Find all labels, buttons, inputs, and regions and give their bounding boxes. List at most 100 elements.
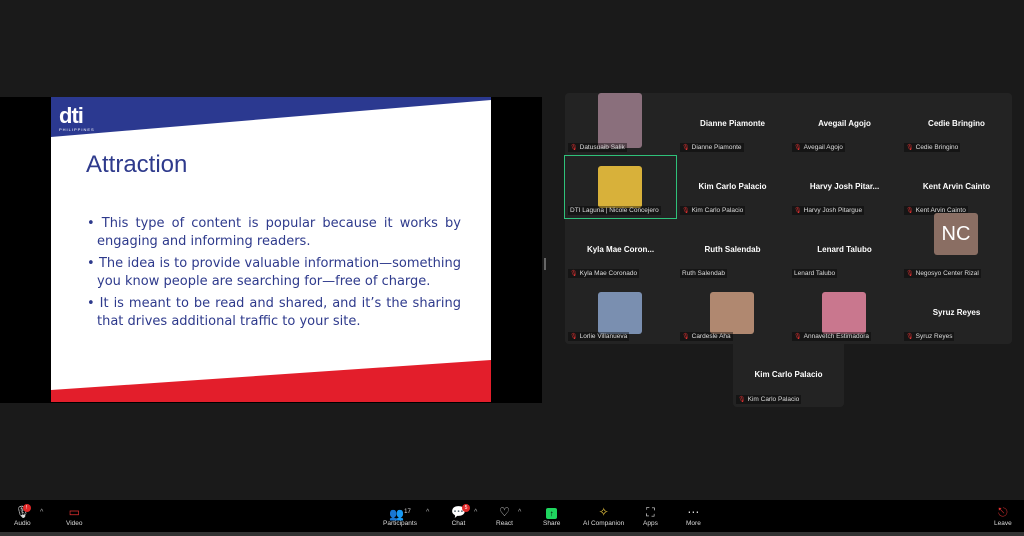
bullet: It is meant to be read and shared, and i… xyxy=(87,295,461,331)
participant-name-large: Lenard Talubo xyxy=(817,245,872,254)
share-button[interactable]: ↑ Share xyxy=(543,504,560,527)
participant-photo xyxy=(598,93,642,148)
video-button[interactable]: ▭ Video xyxy=(66,504,83,527)
participant-label: 🎙 Syruz Reyes xyxy=(904,332,955,341)
slide-bullets: This type of content is popular because … xyxy=(87,215,461,335)
participants-icon: 👥17 xyxy=(389,507,411,521)
participant-tile[interactable]: Harvy Josh Pitar... 🎙 Harvy Josh Pitargue xyxy=(789,156,900,218)
more-button[interactable]: ⋯ More xyxy=(686,504,701,527)
mic-muted-icon: 🎙 xyxy=(906,271,914,277)
mic-muted-icon: 🎙 xyxy=(682,208,690,214)
participant-tile[interactable]: Kent Arvin Cainto 🎙 Kent Arvin Cainto xyxy=(901,156,1012,218)
mic-muted-icon: 🎙 xyxy=(906,145,914,151)
split-resize-handle[interactable] xyxy=(544,258,546,270)
sparkle-icon: ✧ xyxy=(598,505,609,519)
bullet: This type of content is popular because … xyxy=(87,215,461,251)
participant-tile[interactable]: 🎙 Datusuaib Salik xyxy=(565,93,676,155)
video-off-icon: ▭ xyxy=(68,505,80,519)
chat-button[interactable]: 💬 5 Chat xyxy=(451,504,470,527)
participant-tile[interactable]: Cedie Bringino 🎙 Cedie Bringino xyxy=(901,93,1012,155)
audio-options-caret[interactable]: ^ xyxy=(40,509,43,516)
participant-name-large: Cedie Bringino xyxy=(928,119,985,128)
mic-muted-icon: 🎙 xyxy=(570,334,578,340)
participant-photo xyxy=(598,292,642,334)
participant-name-large: Kent Arvin Cainto xyxy=(922,182,991,191)
mic-muted-icon: 🎙 xyxy=(738,397,746,403)
participant-tile[interactable]: Ruth Salendab Ruth Salendab xyxy=(677,219,788,281)
mic-muted-icon: 🎙 xyxy=(906,208,914,214)
participant-tile[interactable]: 🎙 Lorlie Villanueva xyxy=(565,282,676,344)
chat-icon: 💬 5 xyxy=(451,504,470,520)
slide-title: Attraction xyxy=(86,151,188,178)
mic-muted-icon: 🎙 xyxy=(794,208,802,214)
participant-tile[interactable]: Kim Carlo Palacio 🎙 Kim Carlo Palacio xyxy=(677,156,788,218)
participant-label: 🎙 Lorlie Villanueva xyxy=(568,332,630,341)
shared-screen: dtiPHILIPPINES Attraction This type of c… xyxy=(0,97,542,403)
more-icon: ⋯ xyxy=(687,505,700,519)
participant-avatar: NC xyxy=(934,213,978,255)
participant-tile[interactable]: 🎙 Annavetch Estimadora xyxy=(789,282,900,344)
apps-icon: ⛶ xyxy=(646,505,655,519)
participant-name-large: Kim Carlo Palacio xyxy=(754,370,823,379)
participant-tile[interactable]: Dianne Piamonte 🎙 Dianne Piamonte xyxy=(677,93,788,155)
dti-logo: dti PHILIPPINES xyxy=(59,103,95,132)
apps-button[interactable]: ⛶ Apps xyxy=(643,504,658,527)
participant-name-large: Kim Carlo Palacio xyxy=(698,182,767,191)
participant-label: 🎙 Avegail Agojo xyxy=(792,143,845,152)
participant-tile[interactable]: Avegail Agojo 🎙 Avegail Agojo xyxy=(789,93,900,155)
ai-companion-button[interactable]: ✧ AI Companion xyxy=(583,504,624,527)
participant-gallery: 🎙 Datusuaib Salik Dianne Piamonte 🎙 Dianne P… xyxy=(564,93,1012,344)
participant-label: 🎙 Datusuaib Salik xyxy=(568,143,627,152)
participant-label: Ruth Salendab xyxy=(680,269,728,278)
participant-name-large: Avegail Agojo xyxy=(818,119,871,128)
participant-photo xyxy=(822,292,866,334)
presentation-slide: dtiPHILIPPINES Attraction This type of c… xyxy=(51,97,491,402)
participant-label: 🎙 Kim Carlo Palacio xyxy=(736,395,802,404)
react-button[interactable]: ♡ React xyxy=(496,504,513,527)
mic-muted-icon: 🎙 xyxy=(570,145,578,151)
participant-tile[interactable]: Syruz Reyes 🎙 Syruz Reyes xyxy=(901,282,1012,344)
mic-muted-icon: 🎙 xyxy=(794,334,802,340)
mic-muted-icon: 🎙 xyxy=(906,334,914,340)
mic-muted-icon: 🎙 xyxy=(794,145,802,151)
participant-tile[interactable]: Kim Carlo Palacio 🎙 Kim Carlo Palacio xyxy=(733,344,844,407)
participant-tile[interactable]: NC 🎙 Negosyo Center Rizal xyxy=(901,213,1012,281)
participant-label: 🎙 Negosyo Center Rizal xyxy=(904,269,981,278)
mic-muted-icon: 🎙 xyxy=(682,145,690,151)
participant-tile[interactable]: Kyla Mae Coron... 🎙 Kyla Mae Coronado xyxy=(565,219,676,281)
participant-name-large: Dianne Piamonte xyxy=(700,119,765,128)
participant-label: 🎙 Cardesle Aha xyxy=(680,332,733,341)
chat-caret[interactable]: ^ xyxy=(474,509,477,516)
participant-label: 🎙 Annavetch Estimadora xyxy=(792,332,872,341)
participants-caret[interactable]: ^ xyxy=(426,509,429,516)
participant-name-large: Ruth Salendab xyxy=(704,245,761,254)
participant-label: 🎙 Harvy Josh Pitargue xyxy=(792,206,865,215)
participants-button[interactable]: 👥17 Participants xyxy=(383,504,417,527)
react-caret[interactable]: ^ xyxy=(518,509,521,516)
meeting-toolbar: 🎙! Audio ^ ▭ Video 👥17 Participants ^ 💬 5 Cha… xyxy=(0,500,1024,536)
audio-button[interactable]: 🎙! Audio xyxy=(14,504,31,527)
leave-button[interactable]: ⎋ Leave xyxy=(994,504,1012,527)
mic-muted-icon: 🎙 xyxy=(682,334,690,340)
participant-tile[interactable]: 🎙 Cardesle Aha xyxy=(677,282,788,344)
participant-name-large: Syruz Reyes xyxy=(932,308,981,317)
share-screen-icon: ↑ xyxy=(543,504,560,520)
mic-muted-icon: 🎙 xyxy=(570,271,578,277)
participant-name-large: Harvy Josh Pitar... xyxy=(809,182,880,191)
participant-label: DTI Laguna | Nicole Concejero xyxy=(568,206,661,215)
taskbar-strip xyxy=(0,532,1024,536)
participant-name-large: Kyla Mae Coron... xyxy=(586,245,655,254)
participant-photo xyxy=(710,292,754,334)
bullet: The idea is to provide valuable informat… xyxy=(87,255,461,291)
leave-icon: ⎋ xyxy=(998,505,1008,519)
participant-label: 🎙 Cedie Bringino xyxy=(904,143,961,152)
participant-label: 🎙 Dianne Piamonte xyxy=(680,143,744,152)
participant-tile[interactable]: Lenard Talubo Lenard Talubo xyxy=(789,219,900,281)
heart-icon: ♡ xyxy=(499,505,510,519)
participant-label: 🎙 Kim Carlo Palacio xyxy=(680,206,746,215)
participant-label: 🎙 Kyla Mae Coronado xyxy=(568,269,640,278)
participant-label: Lenard Talubo xyxy=(792,269,838,278)
participant-tile[interactable]: DTI Laguna | Nicole Concejero xyxy=(564,155,677,219)
microphone-icon: 🎙! xyxy=(14,504,31,519)
participant-photo xyxy=(598,166,642,208)
